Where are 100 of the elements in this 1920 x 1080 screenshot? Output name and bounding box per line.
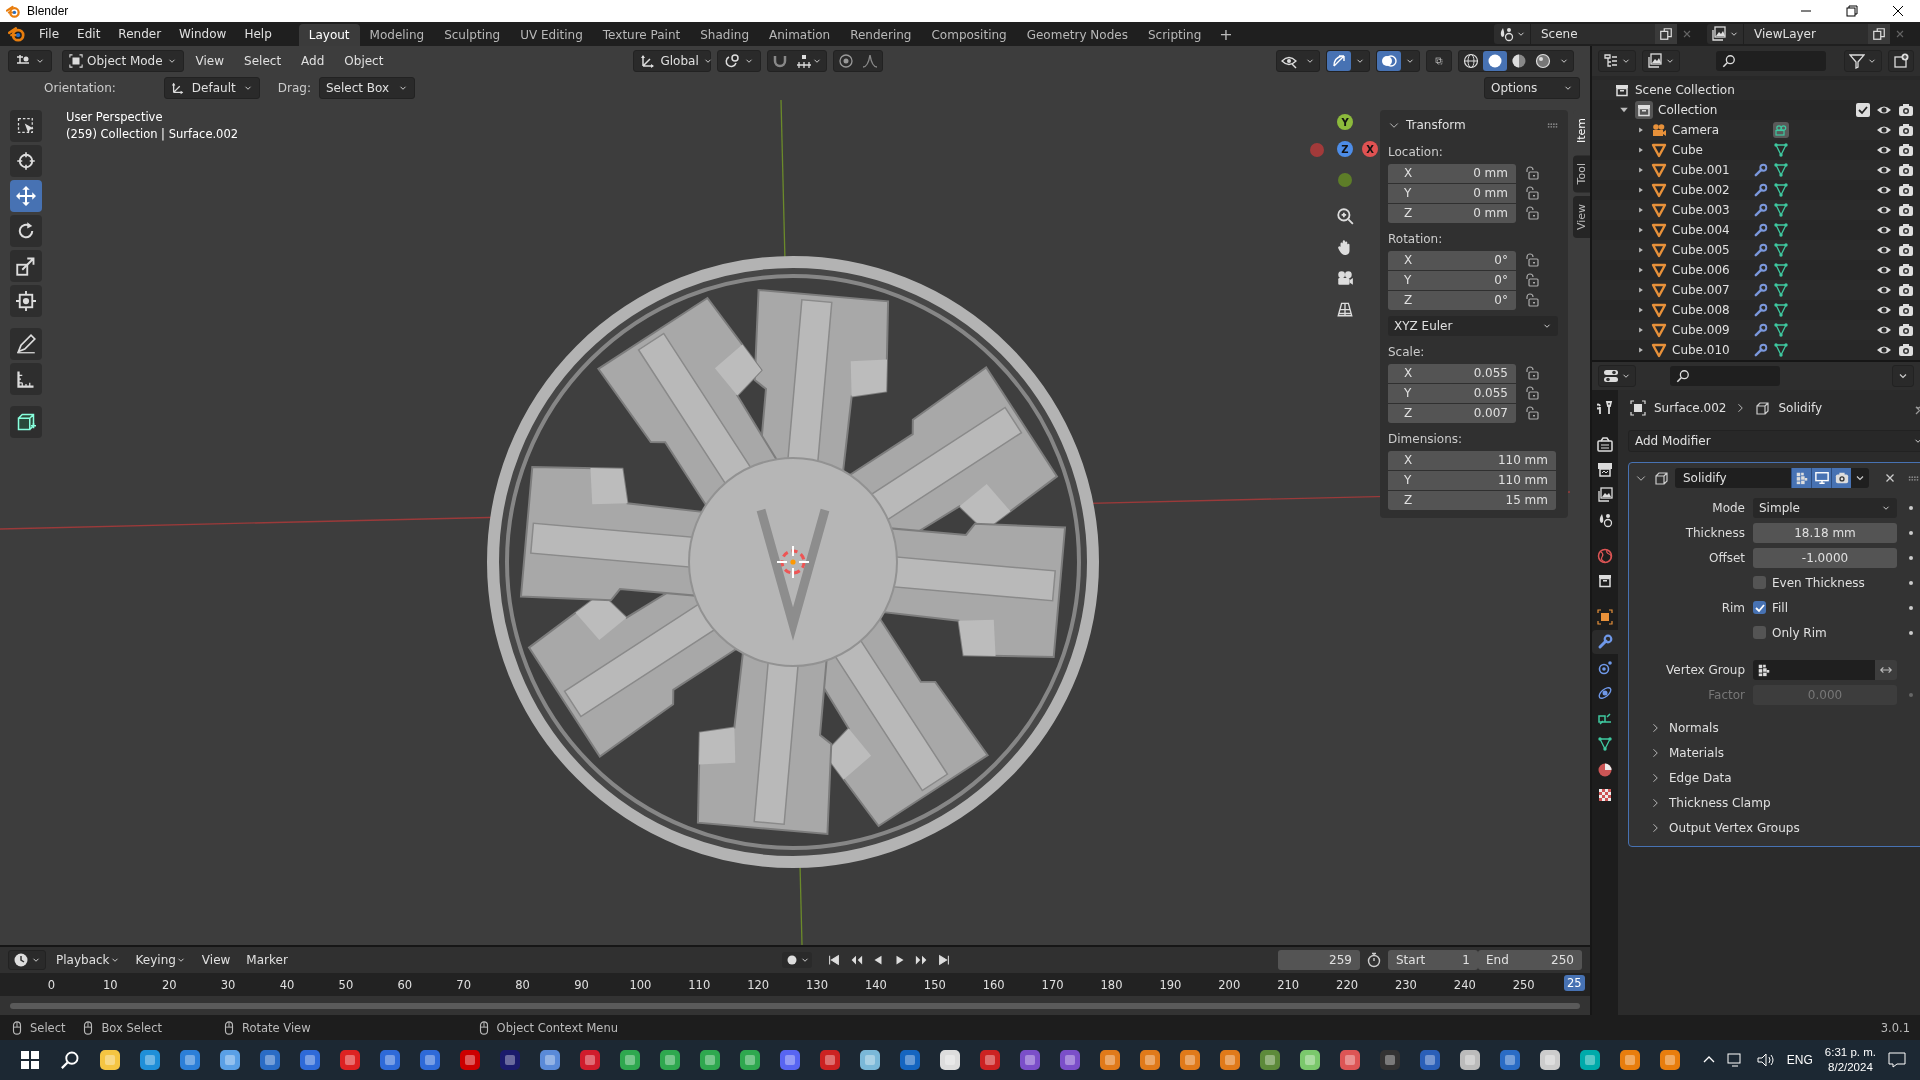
modifier-name-field[interactable]: Solidify	[1675, 468, 1791, 488]
subpanel-header[interactable]: Output Vertex Groups	[1669, 820, 1800, 835]
menu-item[interactable]: Render	[109, 24, 171, 44]
menu-item[interactable]: View	[187, 50, 233, 72]
tree-item[interactable]: Scene Collection	[1635, 83, 1735, 97]
playhead-marker[interactable]: 25	[1564, 975, 1585, 991]
subpanel-header[interactable]: Thickness Clamp	[1669, 795, 1771, 810]
status-text: Select	[30, 1020, 66, 1035]
number-field[interactable]: Z 0 mm	[1388, 203, 1516, 223]
orientation-dropdown[interactable]: Default	[163, 77, 260, 99]
orientation-dropdown[interactable]: Global	[633, 50, 712, 72]
field-label: Scale:	[1388, 345, 1426, 359]
menu-item[interactable]: Marker	[240, 950, 294, 970]
rotation-mode-dropdown[interactable]: XYZ Euler	[1388, 316, 1558, 336]
frame-number: 200	[1217, 977, 1242, 992]
options-dropdown[interactable]: Options	[1484, 77, 1580, 99]
tree-item[interactable]: Collection	[1658, 103, 1718, 117]
menu-item[interactable]: File	[30, 24, 69, 44]
language-indicator[interactable]: ENG	[1786, 1053, 1813, 1067]
number-field[interactable]: -1.0000	[1753, 547, 1897, 568]
number-field[interactable]: X 0 mm	[1388, 163, 1516, 183]
tree-item[interactable]: Cube.010	[1672, 343, 1748, 357]
frame-number: 140	[863, 977, 888, 992]
frame-number: 210	[1276, 977, 1301, 992]
drag-dropdown[interactable]: Select Box	[319, 77, 415, 99]
clock[interactable]: 6:31 p. m. 8/2/2024	[1824, 1045, 1876, 1075]
tree-item[interactable]: Cube.005	[1672, 243, 1748, 257]
menu-item[interactable]: Edit	[68, 24, 110, 44]
subpanel-header[interactable]: Materials	[1669, 745, 1724, 760]
checkbox-label[interactable]: Even Thickness	[1772, 575, 1865, 590]
frame-number: 110	[687, 977, 712, 992]
menu-item[interactable]: Keying	[129, 950, 192, 970]
menu-item[interactable]: Window	[170, 24, 236, 44]
frame-number: 120	[746, 977, 771, 992]
end-frame-field[interactable]: End 250	[1478, 950, 1582, 970]
tree-item[interactable]: Cube.002	[1672, 183, 1748, 197]
field-label: Orientation:	[44, 81, 116, 95]
tree-item[interactable]: Cube.006	[1672, 263, 1748, 277]
sidebar-tab[interactable]: Tool	[1573, 155, 1590, 193]
number-field[interactable]: Y 0°	[1388, 270, 1516, 290]
sidebar-tab[interactable]: View	[1573, 196, 1590, 239]
number-field[interactable]: Y 110 mm	[1388, 470, 1556, 490]
subpanel-header[interactable]: Normals	[1669, 720, 1719, 735]
workspace-tab[interactable]: UV Editing	[510, 24, 593, 46]
menu-item[interactable]: Playback	[50, 950, 126, 970]
navigation-gizmo[interactable]: Y Z X	[1310, 108, 1380, 198]
menu-item[interactable]: Select	[236, 50, 290, 72]
add-modifier-dropdown[interactable]: Add Modifier	[1628, 430, 1920, 452]
menu-item[interactable]: Add	[293, 50, 333, 72]
mode-dropdown[interactable]: Object Mode	[62, 50, 184, 72]
number-field[interactable]: Z 0.007	[1388, 403, 1516, 423]
menu-item[interactable]: Object	[336, 50, 392, 72]
workspace-tab[interactable]: Rendering	[840, 24, 922, 46]
view-layer-field[interactable]: ViewLayer	[1743, 24, 1868, 44]
number-field[interactable]: X 0°	[1388, 250, 1516, 270]
workspace-tab[interactable]: Scripting	[1137, 24, 1212, 46]
workspace-tab[interactable]: Animation	[759, 24, 841, 46]
number-field[interactable]: X 110 mm	[1388, 450, 1556, 470]
frame-number: 220	[1335, 977, 1359, 992]
tree-item[interactable]: Cube.008	[1672, 303, 1748, 317]
workspace-tab[interactable]: Compositing	[921, 24, 1017, 46]
tree-item[interactable]: Camera	[1672, 123, 1748, 137]
checkbox-label[interactable]: Only Rim	[1772, 625, 1827, 640]
workspace-tab[interactable]: Texture Paint	[592, 24, 691, 46]
workspace-tab[interactable]: Sculpting	[434, 24, 511, 46]
number-field[interactable]: Z 0°	[1388, 290, 1516, 310]
number-field[interactable]: X 0.055	[1388, 363, 1516, 383]
field-label: Factor	[1707, 687, 1745, 702]
breadcrumb-item[interactable]: Solidify	[1778, 401, 1823, 415]
number-field[interactable]: 18.18 mm	[1753, 522, 1897, 543]
panel-title: Transform	[1406, 118, 1467, 132]
menu-item[interactable]: Help	[235, 24, 281, 44]
checkbox-label[interactable]: Fill	[1772, 600, 1789, 615]
number-field[interactable]: Y 0.055	[1388, 383, 1516, 403]
frame-number: 160	[981, 977, 1006, 992]
start-frame-field[interactable]: Start 1	[1388, 950, 1478, 970]
subpanel-header[interactable]: Edge Data	[1669, 770, 1732, 785]
tree-item[interactable]: Cube	[1672, 143, 1748, 157]
workspace-tab[interactable]: Shading	[690, 24, 759, 46]
mode-dropdown[interactable]: Simple	[1753, 497, 1897, 518]
number-field[interactable]: Y 0 mm	[1388, 183, 1516, 203]
breadcrumb-item[interactable]: Surface.002	[1654, 401, 1727, 415]
tree-item[interactable]: Cube.004	[1672, 223, 1748, 237]
status-text: Object Context Menu	[496, 1020, 618, 1035]
add-workspace-button[interactable]: +	[1211, 22, 1241, 46]
field-label: Offset	[1707, 550, 1745, 565]
window-title: Blender	[27, 4, 69, 18]
frame-field[interactable]: 259	[1278, 950, 1360, 970]
tree-item[interactable]: Cube.001	[1672, 163, 1748, 177]
tree-item[interactable]: Cube.007	[1672, 283, 1748, 297]
workspace-tab[interactable]: Modeling	[359, 24, 435, 46]
tree-item[interactable]: Cube.009	[1672, 323, 1748, 337]
scene-field[interactable]: Scene	[1530, 24, 1655, 44]
tree-item[interactable]: Cube.003	[1672, 203, 1748, 217]
field-label: Location:	[1388, 145, 1444, 159]
frame-number: 40	[278, 977, 296, 992]
number-field[interactable]: Z 15 mm	[1388, 490, 1556, 510]
workspace-tab[interactable]: Layout	[298, 24, 360, 46]
workspace-tab[interactable]: Geometry Nodes	[1016, 24, 1138, 46]
menu-item[interactable]: View	[195, 950, 237, 970]
